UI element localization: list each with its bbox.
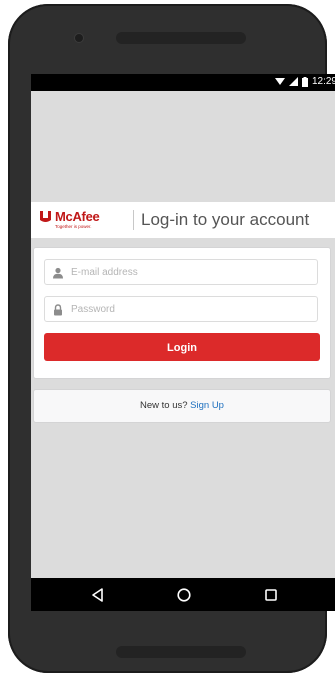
signup-message: New to us? Sign Up <box>33 389 331 423</box>
page-title: Log-in to your account <box>141 210 310 229</box>
mcafee-logo: McAfee Together is power. <box>39 208 129 232</box>
phone-frame: 12:29 McAfee Together is power. Log-in t… <box>8 4 335 673</box>
login-button[interactable]: Login <box>44 333 320 361</box>
brand-name: McAfee <box>55 209 100 224</box>
wifi-icon <box>274 77 285 86</box>
bottom-speaker <box>116 646 246 658</box>
brand-tagline: Together is power. <box>55 224 92 229</box>
email-field[interactable] <box>44 259 318 285</box>
header-divider <box>133 210 134 230</box>
login-form: Login <box>33 247 331 379</box>
shield-icon <box>39 210 52 228</box>
front-camera <box>75 34 83 42</box>
earpiece-speaker <box>116 32 246 44</box>
recents-icon[interactable] <box>263 587 279 603</box>
back-icon[interactable] <box>90 587 106 603</box>
email-input[interactable] <box>71 260 311 284</box>
device-screen: 12:29 McAfee Together is power. Log-in t… <box>31 74 335 611</box>
signup-link[interactable]: Sign Up <box>190 400 224 411</box>
user-icon <box>52 266 64 279</box>
login-header: McAfee Together is power. Log-in to your… <box>31 202 335 238</box>
password-input[interactable] <box>71 297 311 321</box>
home-icon[interactable] <box>176 587 192 603</box>
status-time: 12:29 <box>311 76 335 87</box>
status-bar: 12:29 <box>31 74 335 91</box>
password-field[interactable] <box>44 296 318 322</box>
lock-icon <box>52 303 64 316</box>
signup-prompt: New to us? <box>140 400 188 411</box>
signal-icon <box>288 77 298 86</box>
navigation-bar <box>31 578 335 611</box>
battery-icon <box>301 76 308 87</box>
